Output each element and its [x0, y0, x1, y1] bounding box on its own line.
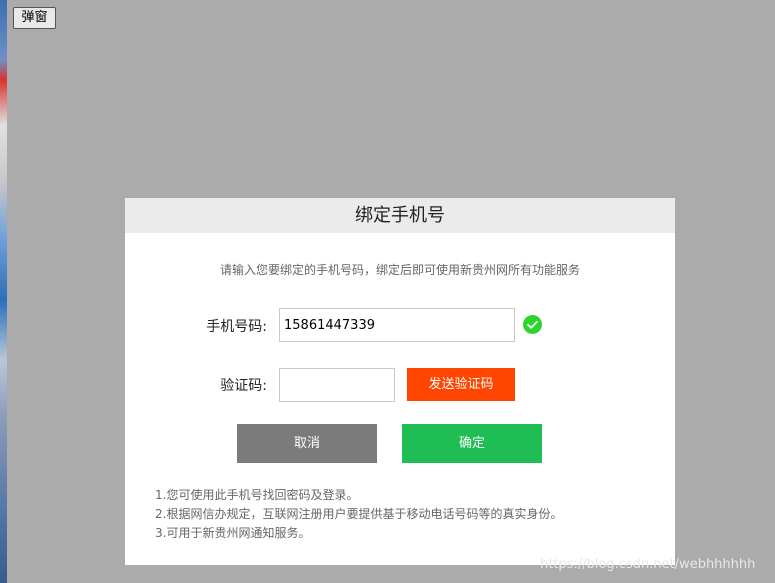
note-item: 1.您可使用此手机号找回密码及登录。: [155, 488, 359, 502]
background-desktop-strip: [0, 0, 7, 583]
verification-code-input[interactable]: [279, 368, 395, 402]
modal-notice: 请输入您要绑定的手机号码，绑定后即可使用新贵州网所有功能服务: [219, 263, 580, 277]
cancel-button[interactable]: 取消: [237, 424, 377, 463]
open-popup-button[interactable]: 弹窗: [13, 7, 56, 29]
notes-list: 1.您可使用此手机号找回密码及登录。 2.根据网信办规定，互联网注册用户要提供基…: [155, 486, 562, 543]
bind-phone-modal: 绑定手机号 请输入您要绑定的手机号码，绑定后即可使用新贵州网所有功能服务 手机号…: [125, 198, 675, 565]
phone-label: 手机号码:: [206, 319, 267, 335]
phone-input[interactable]: [279, 308, 515, 342]
watermark-text: https://blog.csdn.net/webhhhhhh: [540, 557, 756, 572]
verification-code-label: 验证码:: [220, 378, 267, 394]
note-item: 3.可用于新贵州网通知服务。: [155, 526, 311, 540]
check-circle-icon: [523, 315, 542, 334]
note-item: 2.根据网信办规定，互联网注册用户要提供基于移动电话号码等的真实身份。: [155, 507, 563, 521]
send-code-button[interactable]: 发送验证码: [407, 368, 515, 401]
modal-title: 绑定手机号: [125, 198, 675, 233]
confirm-button[interactable]: 确定: [402, 424, 542, 463]
